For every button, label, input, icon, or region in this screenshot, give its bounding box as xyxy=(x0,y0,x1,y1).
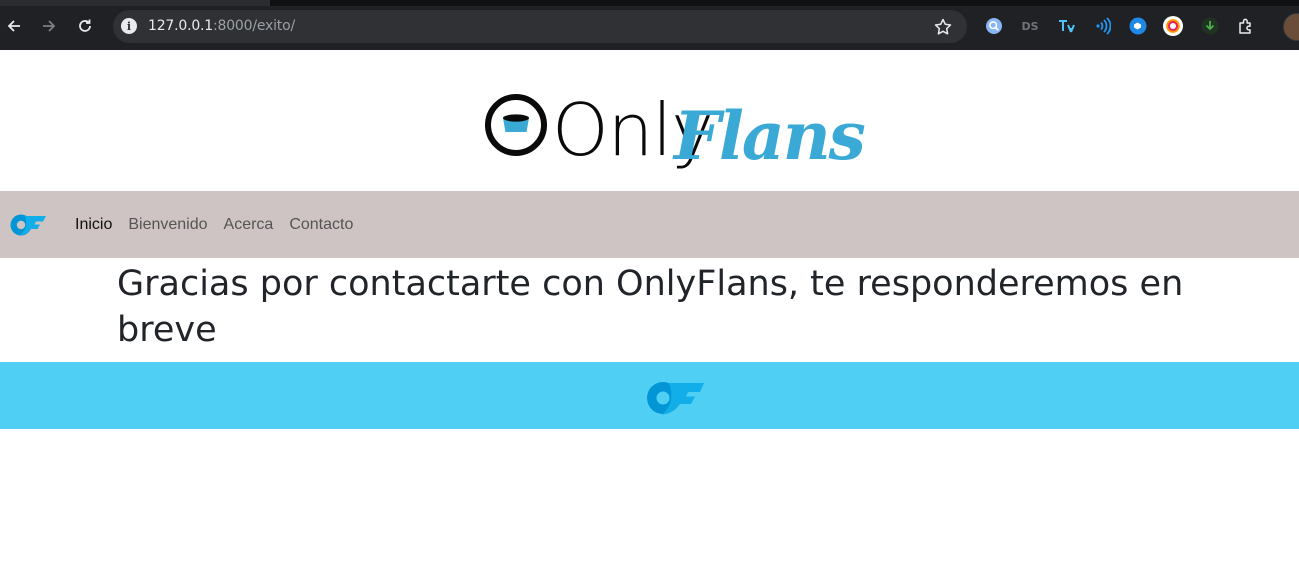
forward-arrow-icon[interactable] xyxy=(37,14,61,38)
thank-you-message: Gracias por contactarte con OnlyFlans, t… xyxy=(117,264,1184,350)
url-path: :8000/exito/ xyxy=(213,18,295,34)
bookmark-star-icon[interactable] xyxy=(933,17,953,37)
nav-link-inicio[interactable]: Inicio xyxy=(75,215,112,234)
ext-download-icon[interactable] xyxy=(1200,16,1220,36)
url-host: 127.0.0.1 xyxy=(148,18,213,34)
onlyflans-brand-icon[interactable] xyxy=(10,212,46,236)
site-info-icon[interactable]: i xyxy=(121,18,137,34)
main-navbar: Inicio Bienvenido Acerca Contacto xyxy=(0,191,1299,258)
nav-link-contacto[interactable]: Contacto xyxy=(289,215,353,234)
logo-text-flans: Flans xyxy=(672,97,865,175)
ext-circle-icon[interactable] xyxy=(1163,16,1183,36)
ext-screen-icon[interactable] xyxy=(1128,16,1148,36)
ext-wifi-icon[interactable] xyxy=(1092,16,1112,36)
onlyflans-logo: Only Flans xyxy=(485,88,867,175)
tab-strip-edge xyxy=(0,0,270,6)
logo-flan-top xyxy=(503,114,529,122)
address-bar[interactable]: i 127.0.0.1:8000/exito/ xyxy=(113,10,967,43)
nav-link-bienvenido[interactable]: Bienvenido xyxy=(128,215,207,234)
nav-link-acerca[interactable]: Acerca xyxy=(224,215,274,234)
browser-toolbar: i 127.0.0.1:8000/exito/ DS xyxy=(0,0,1299,50)
page-footer xyxy=(0,362,1299,429)
profile-avatar[interactable] xyxy=(1283,13,1299,41)
nav-links: Inicio Bienvenido Acerca Contacto xyxy=(75,215,353,234)
ext-ds-icon[interactable]: DS xyxy=(1020,16,1040,36)
url-text[interactable]: 127.0.0.1:8000/exito/ xyxy=(148,18,295,35)
ext-search-icon[interactable] xyxy=(984,16,1004,36)
onlyflans-footer-icon xyxy=(647,382,704,415)
tab-strip xyxy=(0,0,1299,6)
page-header: Only Flans xyxy=(0,50,1299,191)
ext-translate-icon[interactable] xyxy=(1056,16,1076,36)
extensions-puzzle-icon[interactable] xyxy=(1236,16,1256,36)
back-arrow-icon[interactable] xyxy=(2,14,26,38)
reload-icon[interactable] xyxy=(73,14,97,38)
